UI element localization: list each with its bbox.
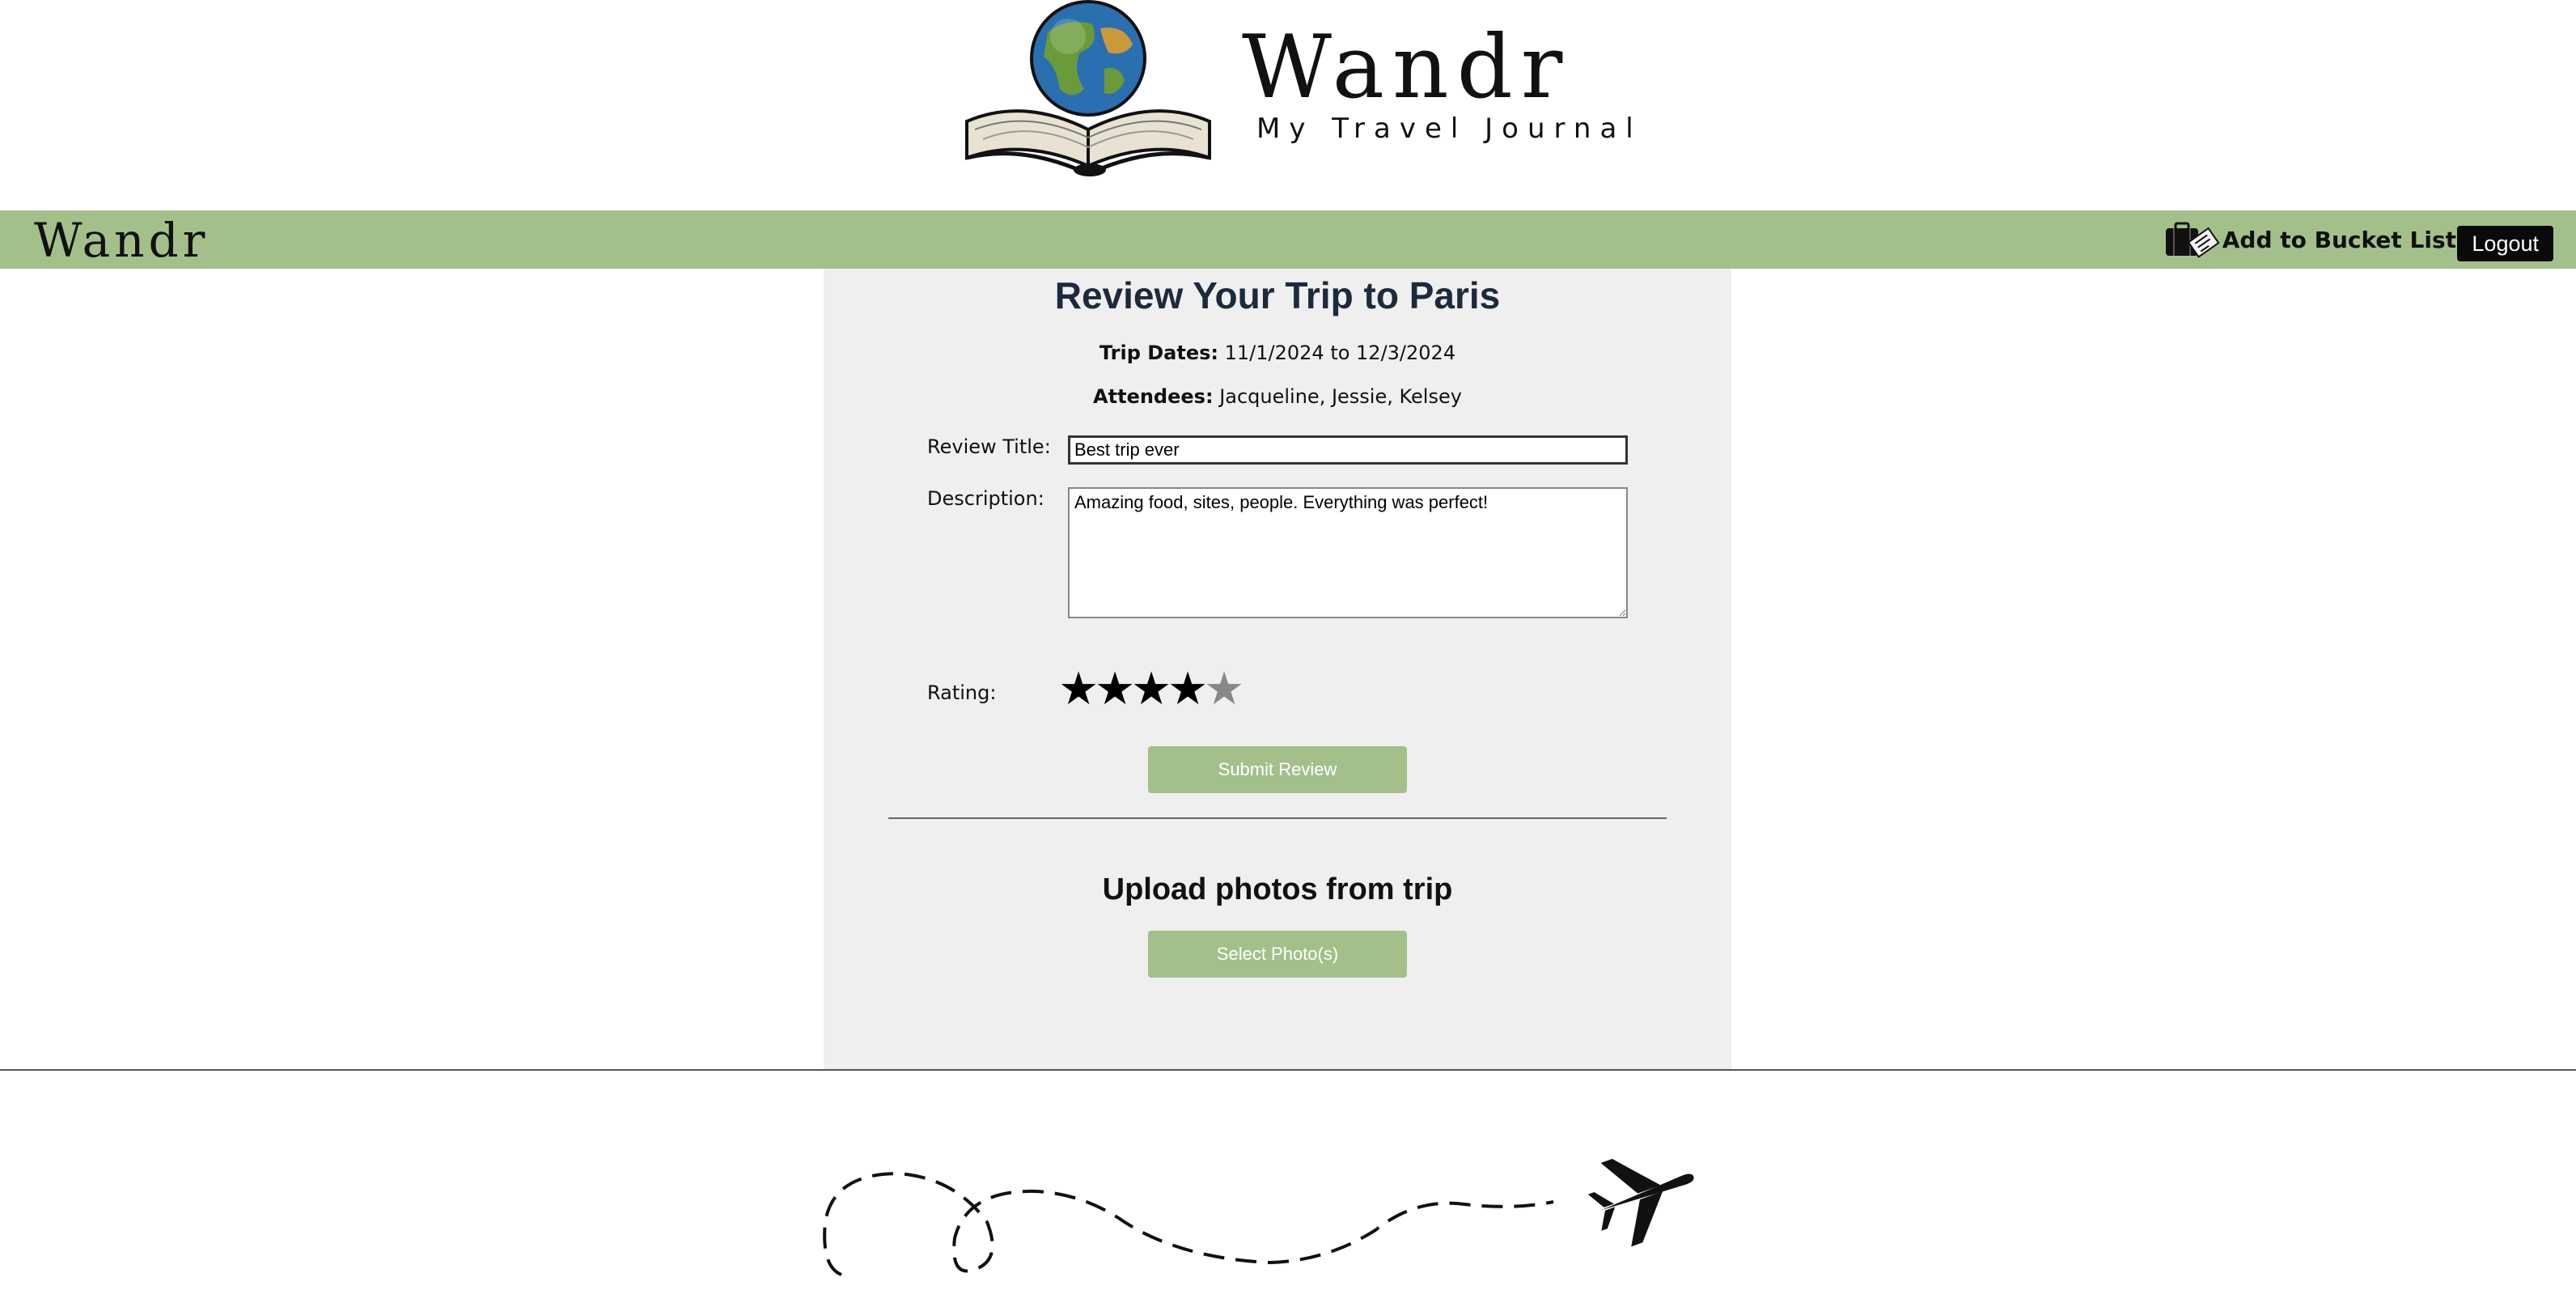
- upload-photos-title: Upload photos from trip: [1102, 872, 1453, 906]
- review-title-label: Review Title:: [927, 435, 1051, 458]
- star-rating: ★ ★ ★ ★ ★: [1058, 667, 1244, 712]
- submit-review-button[interactable]: Submit Review: [1148, 746, 1407, 793]
- trip-dates-label: Trip Dates:: [1099, 342, 1218, 364]
- bucket-list-label: Add to Bucket List: [2222, 226, 2456, 253]
- trip-dates: Trip Dates: 11/1/2024 to 12/3/2024: [824, 342, 1731, 364]
- logout-button[interactable]: Logout: [2457, 226, 2553, 261]
- brand-tagline: My Travel Journal: [1256, 112, 1642, 145]
- rating-label: Rating:: [927, 681, 997, 704]
- star-icon-2[interactable]: ★: [1095, 667, 1135, 712]
- section-divider: [888, 817, 1667, 819]
- review-title-input[interactable]: [1068, 435, 1628, 465]
- brand-name: Wandr: [1242, 17, 1571, 118]
- star-icon-4[interactable]: ★: [1167, 667, 1208, 712]
- navbar: Wandr Add to Bucket List Logout: [0, 210, 2576, 269]
- attendees: Attendees: Jacqueline, Jessie, Kelsey: [824, 385, 1731, 408]
- flight-path-decoration: [823, 1158, 1694, 1276]
- star-icon-5[interactable]: ★: [1204, 667, 1244, 712]
- page-title: Review Your Trip to Paris: [1054, 274, 1501, 316]
- trip-dates-value: 11/1/2024 to 12/3/2024: [1224, 342, 1456, 364]
- airplane-icon: [1587, 1158, 1694, 1247]
- footer-divider: [0, 1069, 2576, 1071]
- select-photos-button[interactable]: Select Photo(s): [1148, 931, 1407, 978]
- site-header: Wandr My Travel Journal: [0, 0, 2576, 210]
- description-label: Description:: [927, 487, 1044, 510]
- star-icon-3[interactable]: ★: [1131, 667, 1171, 712]
- nav-brand-link[interactable]: Wandr: [34, 217, 209, 264]
- globe-on-book-icon: [965, 0, 1211, 176]
- attendees-label: Attendees:: [1093, 385, 1214, 408]
- add-to-bucket-list-link[interactable]: Add to Bucket List: [2164, 220, 2456, 259]
- suitcase-ticket-icon: [2165, 222, 2220, 258]
- star-icon-1[interactable]: ★: [1058, 667, 1099, 712]
- review-panel: Review Your Trip to Paris Trip Dates: 11…: [824, 269, 1731, 1070]
- attendees-value: Jacqueline, Jessie, Kelsey: [1219, 385, 1462, 408]
- description-textarea[interactable]: Amazing food, sites, people. Everything …: [1068, 487, 1628, 618]
